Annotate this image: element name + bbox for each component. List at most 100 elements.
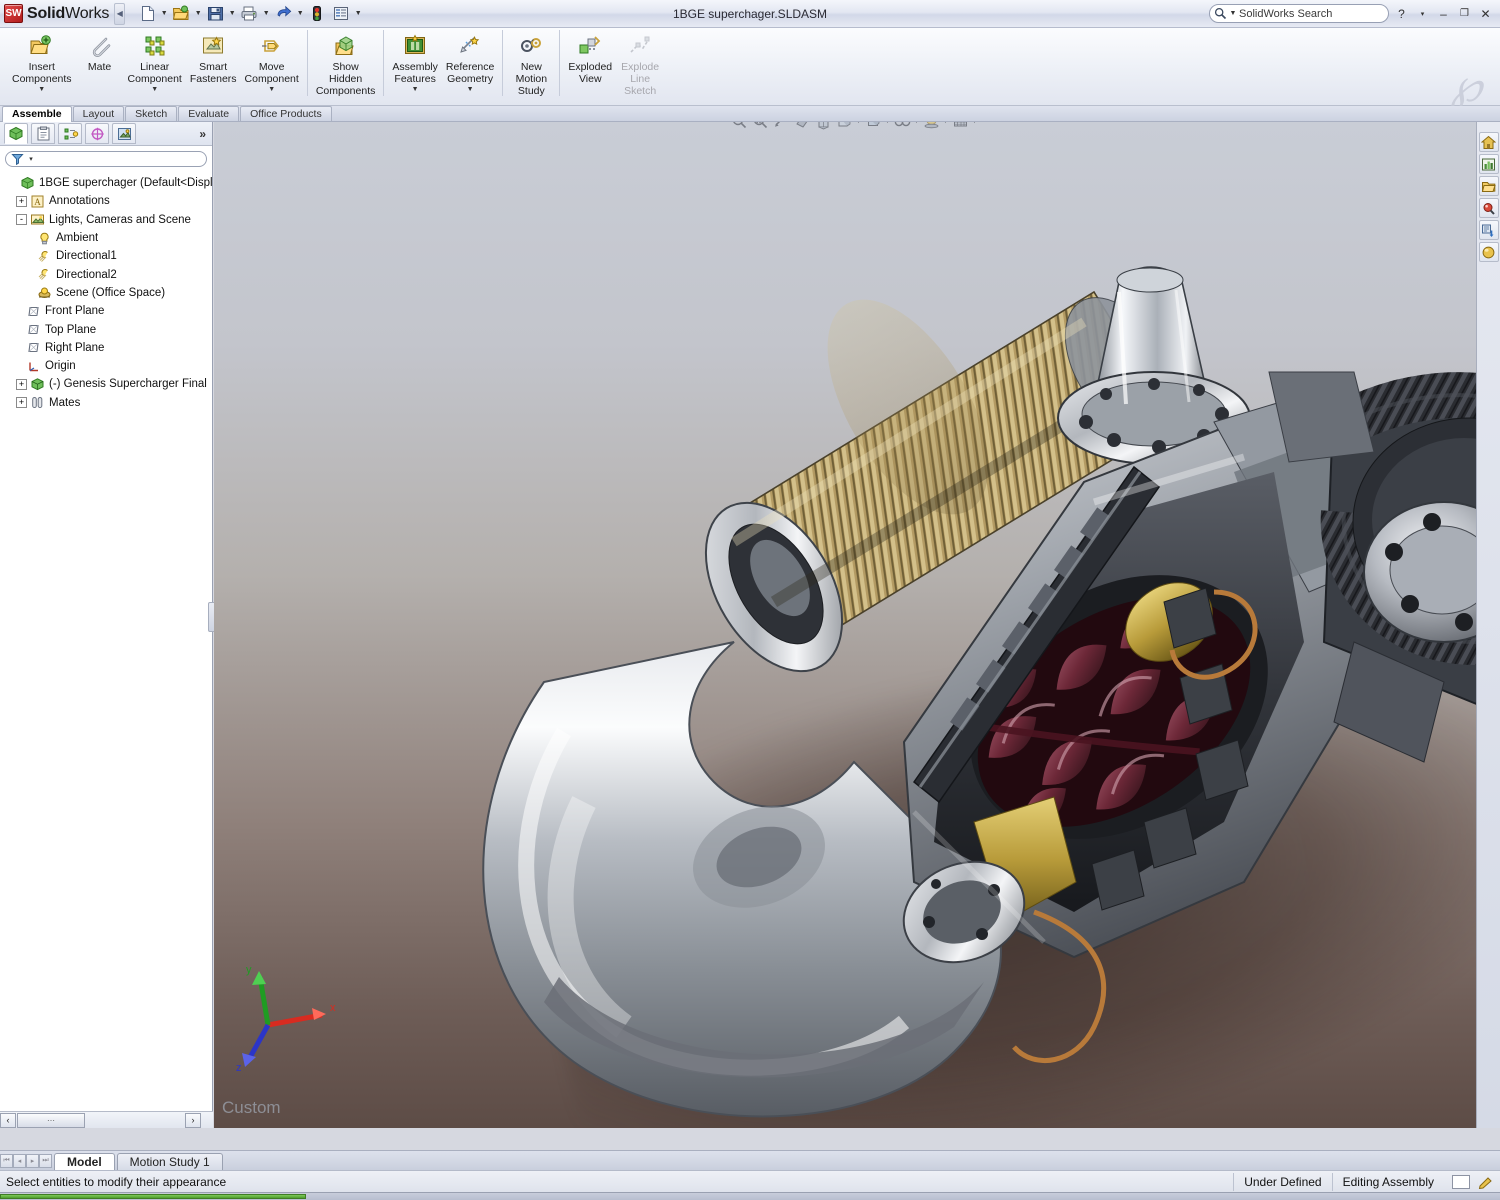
status-bar-right: Under Defined Editing Assembly — [1233, 1173, 1500, 1191]
tree-item-label: Lights, Cameras and Scene — [49, 214, 191, 226]
explode-line-sketch-button[interactable]: ExplodeLineSketch — [616, 28, 664, 98]
solidworks-search-box[interactable]: ▼ SolidWorks Search — [1209, 4, 1389, 23]
scroll-right-button[interactable]: › — [185, 1113, 201, 1128]
show-hidden-components-icon — [333, 33, 359, 59]
insert-components-caret-icon[interactable]: ▼ — [38, 86, 45, 93]
show-hidden-components-button[interactable]: ShowHiddenComponents — [312, 28, 380, 98]
feature-manager-more-tabs[interactable]: » — [199, 127, 206, 141]
feature-manager-tab-strip: » — [0, 122, 212, 146]
display-manager-tab[interactable] — [112, 123, 136, 144]
smart-fasteners-icon — [200, 33, 226, 59]
move-component-caret-icon[interactable]: ▼ — [268, 86, 275, 93]
tree-item-origin[interactable]: Origin — [4, 357, 212, 375]
feature-manager-panel: » ▾ 1BGE superchager (Default<Displa + A… — [0, 122, 213, 1128]
tree-expander[interactable]: - — [16, 214, 27, 225]
tree-item-right-plane[interactable]: Right Plane — [4, 339, 212, 357]
tree-item-mates[interactable]: + Mates — [4, 394, 212, 412]
feature-manager-tab[interactable] — [4, 123, 28, 144]
property-manager-tab[interactable] — [31, 123, 55, 144]
feature-tree-horizontal-scrollbar[interactable]: ‹ ⋯ › — [0, 1111, 213, 1128]
linear-component-pattern-icon — [142, 33, 168, 59]
tree-item-assembly-root[interactable]: 1BGE superchager (Default<Displa — [4, 174, 212, 192]
exploded-view-button[interactable]: ExplodedView — [564, 28, 616, 86]
new-motion-study-icon — [518, 33, 544, 59]
svg-text:A: A — [34, 197, 41, 207]
view-palette-button[interactable] — [1479, 220, 1499, 240]
last-tab-button[interactable]: ⏭ — [39, 1154, 52, 1168]
ribbon-groups: InsertComponents ▼ Mate LinearComponent … — [0, 28, 1500, 106]
assembly-features-button[interactable]: AssemblyFeatures ▼ — [388, 28, 442, 94]
new-motion-study-button[interactable]: NewMotionStudy — [507, 28, 555, 98]
tree-expander[interactable]: + — [16, 397, 27, 408]
tree-expander[interactable]: + — [16, 379, 27, 390]
reference-geometry-button[interactable]: ReferenceGeometry ▼ — [442, 28, 498, 94]
reference-geometry-caret-icon[interactable]: ▼ — [467, 86, 474, 93]
exploded-view-icon — [577, 33, 603, 59]
ribbon-separator — [307, 30, 308, 96]
help-caret-icon[interactable]: ▾ — [1414, 6, 1431, 22]
tab-model[interactable]: Model — [54, 1153, 115, 1170]
filter-caret-icon[interactable]: ▾ — [27, 155, 35, 163]
scroll-thumb[interactable]: ⋯ — [17, 1113, 85, 1128]
move-component-button[interactable]: MoveComponent ▼ — [241, 28, 303, 94]
tree-item-directional1[interactable]: Directional1 — [4, 247, 212, 265]
status-message: Select entities to modify their appearan… — [6, 1175, 226, 1189]
assembly-features-caret-icon[interactable]: ▼ — [412, 86, 419, 93]
design-library-button[interactable] — [1479, 154, 1499, 174]
dimxpert-manager-tab[interactable] — [85, 123, 109, 144]
status-bar: Select entities to modify their appearan… — [0, 1170, 1500, 1192]
linear-component-pattern-caret-icon[interactable]: ▼ — [151, 86, 158, 93]
tree-item-genesis-supercharger-final[interactable]: + (-) Genesis Supercharger Final — [4, 375, 212, 393]
mate-button[interactable]: Mate — [76, 28, 124, 74]
command-manager-ribbon: ℘ InsertComponents ▼ Mate LinearComponen — [0, 28, 1500, 106]
smart-fasteners-button[interactable]: SmartFasteners — [186, 28, 241, 86]
search-button[interactable] — [1479, 198, 1499, 218]
taskbar-progress-item[interactable] — [0, 1194, 306, 1199]
previous-tab-button[interactable]: ◂ — [13, 1154, 26, 1168]
search-scope-caret-icon[interactable]: ▼ — [1229, 10, 1237, 17]
tree-item-top-plane[interactable]: Top Plane — [4, 320, 212, 338]
feature-tree-icon — [8, 126, 25, 142]
overlay-box-icon[interactable] — [1452, 1175, 1470, 1189]
supercharger-assembly-render[interactable] — [214, 122, 1500, 1128]
design-library-home-button[interactable] — [1479, 132, 1499, 152]
tab-office-products[interactable]: Office Products — [240, 106, 332, 121]
tree-item-label: Top Plane — [45, 324, 96, 336]
display-manager-icon — [116, 126, 133, 142]
graphics-viewport[interactable]: – ❐ ✕ ▼ ▼ ▼ ▼ — [214, 122, 1500, 1128]
tree-item-scene[interactable]: Scene (Office Space) — [4, 284, 212, 302]
window-restore-button[interactable]: ❐ — [1456, 6, 1473, 22]
tab-assemble[interactable]: Assemble — [2, 106, 72, 122]
file-explorer-button[interactable] — [1479, 176, 1499, 196]
orientation-triad: x y z — [234, 963, 344, 1073]
first-tab-button[interactable]: ⏮ — [0, 1154, 13, 1168]
tree-item-ambient[interactable]: Ambient — [4, 229, 212, 247]
tree-item-label: Ambient — [56, 232, 98, 244]
tree-item-lights-cameras-scene[interactable]: - Lights, Cameras and Scene — [4, 211, 212, 229]
plane-icon — [26, 340, 41, 355]
tree-item-annotations[interactable]: + A Annotations — [4, 192, 212, 210]
tab-motion-study-1[interactable]: Motion Study 1 — [117, 1153, 223, 1170]
appearances-scenes-button[interactable] — [1479, 242, 1499, 262]
tab-sketch[interactable]: Sketch — [125, 106, 177, 121]
next-tab-button[interactable]: ▸ — [26, 1154, 39, 1168]
tab-layout[interactable]: Layout — [73, 106, 125, 121]
ribbon-separator — [383, 30, 384, 96]
appearance-sphere-icon — [1481, 245, 1496, 260]
window-minimize-button[interactable]: – — [1435, 6, 1452, 22]
assembly-icon — [20, 176, 35, 191]
window-close-button[interactable]: ✕ — [1477, 6, 1494, 22]
configuration-manager-tab[interactable] — [58, 123, 82, 144]
pencil-icon[interactable] — [1478, 1175, 1494, 1189]
tree-item-directional2[interactable]: Directional2 — [4, 265, 212, 283]
feature-tree-filter-input[interactable]: ▾ — [5, 151, 207, 167]
windows-taskbar-strip — [0, 1192, 1500, 1200]
help-button[interactable]: ? — [1393, 6, 1410, 22]
linear-component-pattern-button[interactable]: LinearComponent ▼ — [124, 28, 186, 94]
scroll-left-button[interactable]: ‹ — [0, 1113, 16, 1128]
tab-evaluate[interactable]: Evaluate — [178, 106, 239, 121]
move-component-label: MoveComponent — [245, 61, 299, 85]
tree-expander[interactable]: + — [16, 196, 27, 207]
tree-item-front-plane[interactable]: Front Plane — [4, 302, 212, 320]
insert-components-button[interactable]: InsertComponents ▼ — [8, 28, 76, 94]
